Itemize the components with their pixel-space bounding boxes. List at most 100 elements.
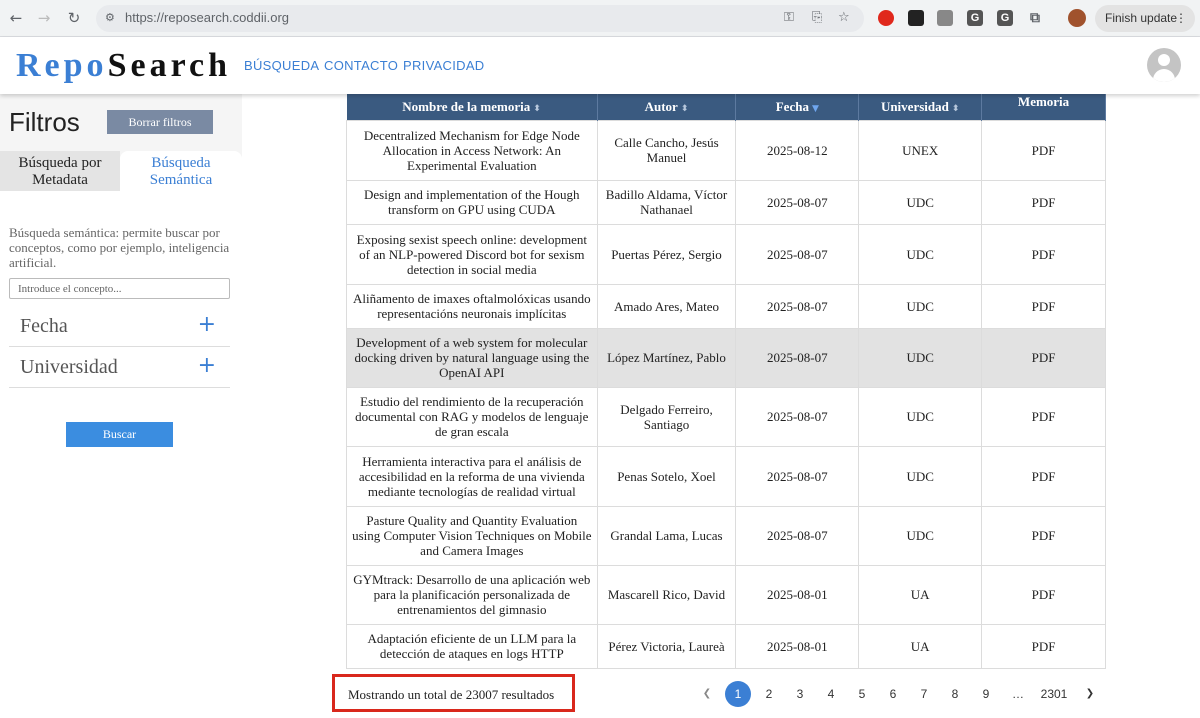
pagination-page[interactable]: 2 <box>760 681 778 707</box>
row-author: Amado Ares, Mateo <box>596 283 737 329</box>
pagination-page[interactable]: 6 <box>884 681 902 707</box>
table-row-hovered[interactable]: Development of a web system for molecula… <box>346 327 1106 388</box>
row-date: 2025-08-07 <box>735 505 860 566</box>
tab-semantic-search[interactable]: Búsqueda Semántica <box>120 151 242 191</box>
profile-avatar[interactable] <box>1068 9 1086 27</box>
row-title: Adaptación eficiente de un LLM para la d… <box>346 623 598 669</box>
table-row[interactable]: Pasture Quality and Quantity Evaluation … <box>346 505 1106 566</box>
row-author: Badillo Aldama, Víctor Nathanael <box>596 179 737 225</box>
pdf-link[interactable]: PDF <box>981 223 1106 285</box>
row-university: UDC <box>858 505 983 566</box>
pagination-prev-icon[interactable]: ❮ <box>697 681 717 707</box>
sort-icon[interactable]: ⬍ <box>952 104 960 114</box>
column-header-memoria: Memoria <box>981 94 1106 120</box>
pdf-link[interactable]: PDF <box>981 119 1106 181</box>
pdf-link[interactable]: PDF <box>981 327 1106 388</box>
nav-privacidad[interactable]: PRIVACIDAD <box>403 58 485 73</box>
menu-dots-icon[interactable]: ⋮ <box>1175 5 1187 32</box>
row-date: 2025-08-07 <box>735 283 860 329</box>
plus-icon[interactable]: + <box>198 312 216 337</box>
row-author: Penas Sotelo, Xoel <box>596 445 737 507</box>
back-icon[interactable]: ← <box>4 7 28 29</box>
column-header-author[interactable]: Autor ⬍ <box>597 94 737 120</box>
table-header-row: Nombre de la memoria ⬍ Autor ⬍ Fecha ▼ Univ… <box>346 94 1106 120</box>
table-row[interactable]: GYMtrack: Desarrollo de una aplicación w… <box>346 564 1106 625</box>
grammar-g2-icon[interactable]: G <box>997 10 1013 26</box>
table-row[interactable]: Adaptación eficiente de un LLM para la d… <box>346 623 1106 669</box>
concept-input[interactable] <box>9 278 230 299</box>
pagination-ellipsis: … <box>1012 687 1024 701</box>
screen-icon[interactable] <box>908 10 924 26</box>
filter-fecha[interactable]: Fecha + <box>9 306 230 347</box>
row-date: 2025-08-07 <box>735 327 860 388</box>
results-summary: Mostrando un total de 23007 resultados <box>348 687 555 702</box>
install-app-icon[interactable]: ⎘ <box>812 10 822 25</box>
table-row[interactable]: Exposing sexist speech online: developme… <box>346 223 1106 285</box>
pdf-link[interactable]: PDF <box>981 179 1106 225</box>
pdf-link[interactable]: PDF <box>981 283 1106 329</box>
column-header-title[interactable]: Nombre de la memoria ⬍ <box>346 94 598 120</box>
nav-busqueda[interactable]: BÚSQUEDA <box>244 58 319 73</box>
filter-universidad[interactable]: Universidad + <box>9 347 230 388</box>
pagination-page[interactable]: 7 <box>915 681 933 707</box>
puzzle-icon[interactable]: ⧉ <box>1027 10 1043 26</box>
filters-sidebar: Filtros Borrar filtros Búsqueda por Meta… <box>0 94 242 718</box>
table-row[interactable]: Design and implementation of the Hough t… <box>346 179 1106 225</box>
pagination-page-current[interactable]: 1 <box>725 681 751 707</box>
plus-icon[interactable]: + <box>198 353 216 378</box>
row-university: UDC <box>858 327 983 388</box>
finish-update-button[interactable]: Finish update ⋮ <box>1095 5 1195 32</box>
row-title: Herramienta interactiva para el análisis… <box>346 445 598 507</box>
logo-repo-text: Repo <box>16 47 108 84</box>
table-row[interactable]: Aliñamento de imaxes oftalmolóxicas usan… <box>346 283 1106 329</box>
bookmark-star-icon[interactable]: ☆ <box>838 10 850 25</box>
table-row[interactable]: Decentralized Mechanism for Edge Node Al… <box>346 119 1106 181</box>
reload-icon[interactable]: ↻ <box>62 7 86 29</box>
column-header-university[interactable]: Universidad ⬍ <box>858 94 983 120</box>
pagination-next-icon[interactable]: ❯ <box>1080 681 1100 707</box>
finish-update-label: Finish update <box>1105 11 1178 25</box>
address-bar[interactable]: ⚙ https://reposearch.coddii.org ⚿ ⎘ ☆ <box>96 5 864 32</box>
pdf-link[interactable]: PDF <box>981 564 1106 625</box>
url-text[interactable]: https://reposearch.coddii.org <box>125 10 289 25</box>
row-date: 2025-08-01 <box>735 564 860 625</box>
grammar-g-icon[interactable]: G <box>967 10 983 26</box>
user-body-icon <box>1153 69 1175 82</box>
table-row[interactable]: Herramienta interactiva para el análisis… <box>346 445 1106 507</box>
table-row[interactable]: Estudio del rendimiento de la recuperaci… <box>346 386 1106 447</box>
forward-icon[interactable]: → <box>32 7 56 29</box>
tab-metadata-search[interactable]: Búsqueda por Metadata <box>0 151 120 191</box>
clear-filters-button[interactable]: Borrar filtros <box>107 110 213 134</box>
row-university: UDC <box>858 283 983 329</box>
row-date: 2025-08-07 <box>735 445 860 507</box>
column-header-author-label: Autor <box>644 98 678 114</box>
sort-icon[interactable]: ⬍ <box>533 104 541 114</box>
pagination-page-last[interactable]: 2301 <box>1037 681 1071 707</box>
row-university: UDC <box>858 386 983 447</box>
nav-contacto[interactable]: CONTACTO <box>324 58 398 73</box>
pdf-link[interactable]: PDF <box>981 505 1106 566</box>
column-header-date[interactable]: Fecha ▼ <box>735 94 860 120</box>
pagination-page[interactable]: 4 <box>822 681 840 707</box>
opera-icon[interactable] <box>878 10 894 26</box>
pagination-page[interactable]: 3 <box>791 681 809 707</box>
sort-desc-icon[interactable]: ▼ <box>812 104 819 114</box>
row-author: López Martínez, Pablo <box>596 327 737 388</box>
search-button[interactable]: Buscar <box>66 422 173 447</box>
row-university: UA <box>858 564 983 625</box>
pdf-link[interactable]: PDF <box>981 445 1106 507</box>
pdf-link[interactable]: PDF <box>981 623 1106 669</box>
extension-icon[interactable] <box>937 10 953 26</box>
pagination-page[interactable]: 9 <box>977 681 995 707</box>
pagination-page[interactable]: 5 <box>853 681 871 707</box>
key-icon[interactable]: ⚿ <box>784 10 794 25</box>
row-date: 2025-08-07 <box>735 386 860 447</box>
user-avatar[interactable] <box>1147 48 1181 82</box>
column-header-date-label: Fecha <box>775 98 809 114</box>
column-header-university-label: Universidad <box>880 98 949 114</box>
sort-icon[interactable]: ⬍ <box>681 104 689 114</box>
site-logo[interactable]: RepoSearch <box>16 47 231 85</box>
pdf-link[interactable]: PDF <box>981 386 1106 447</box>
site-settings-icon[interactable]: ⚙ <box>105 11 119 25</box>
pagination-page[interactable]: 8 <box>946 681 964 707</box>
